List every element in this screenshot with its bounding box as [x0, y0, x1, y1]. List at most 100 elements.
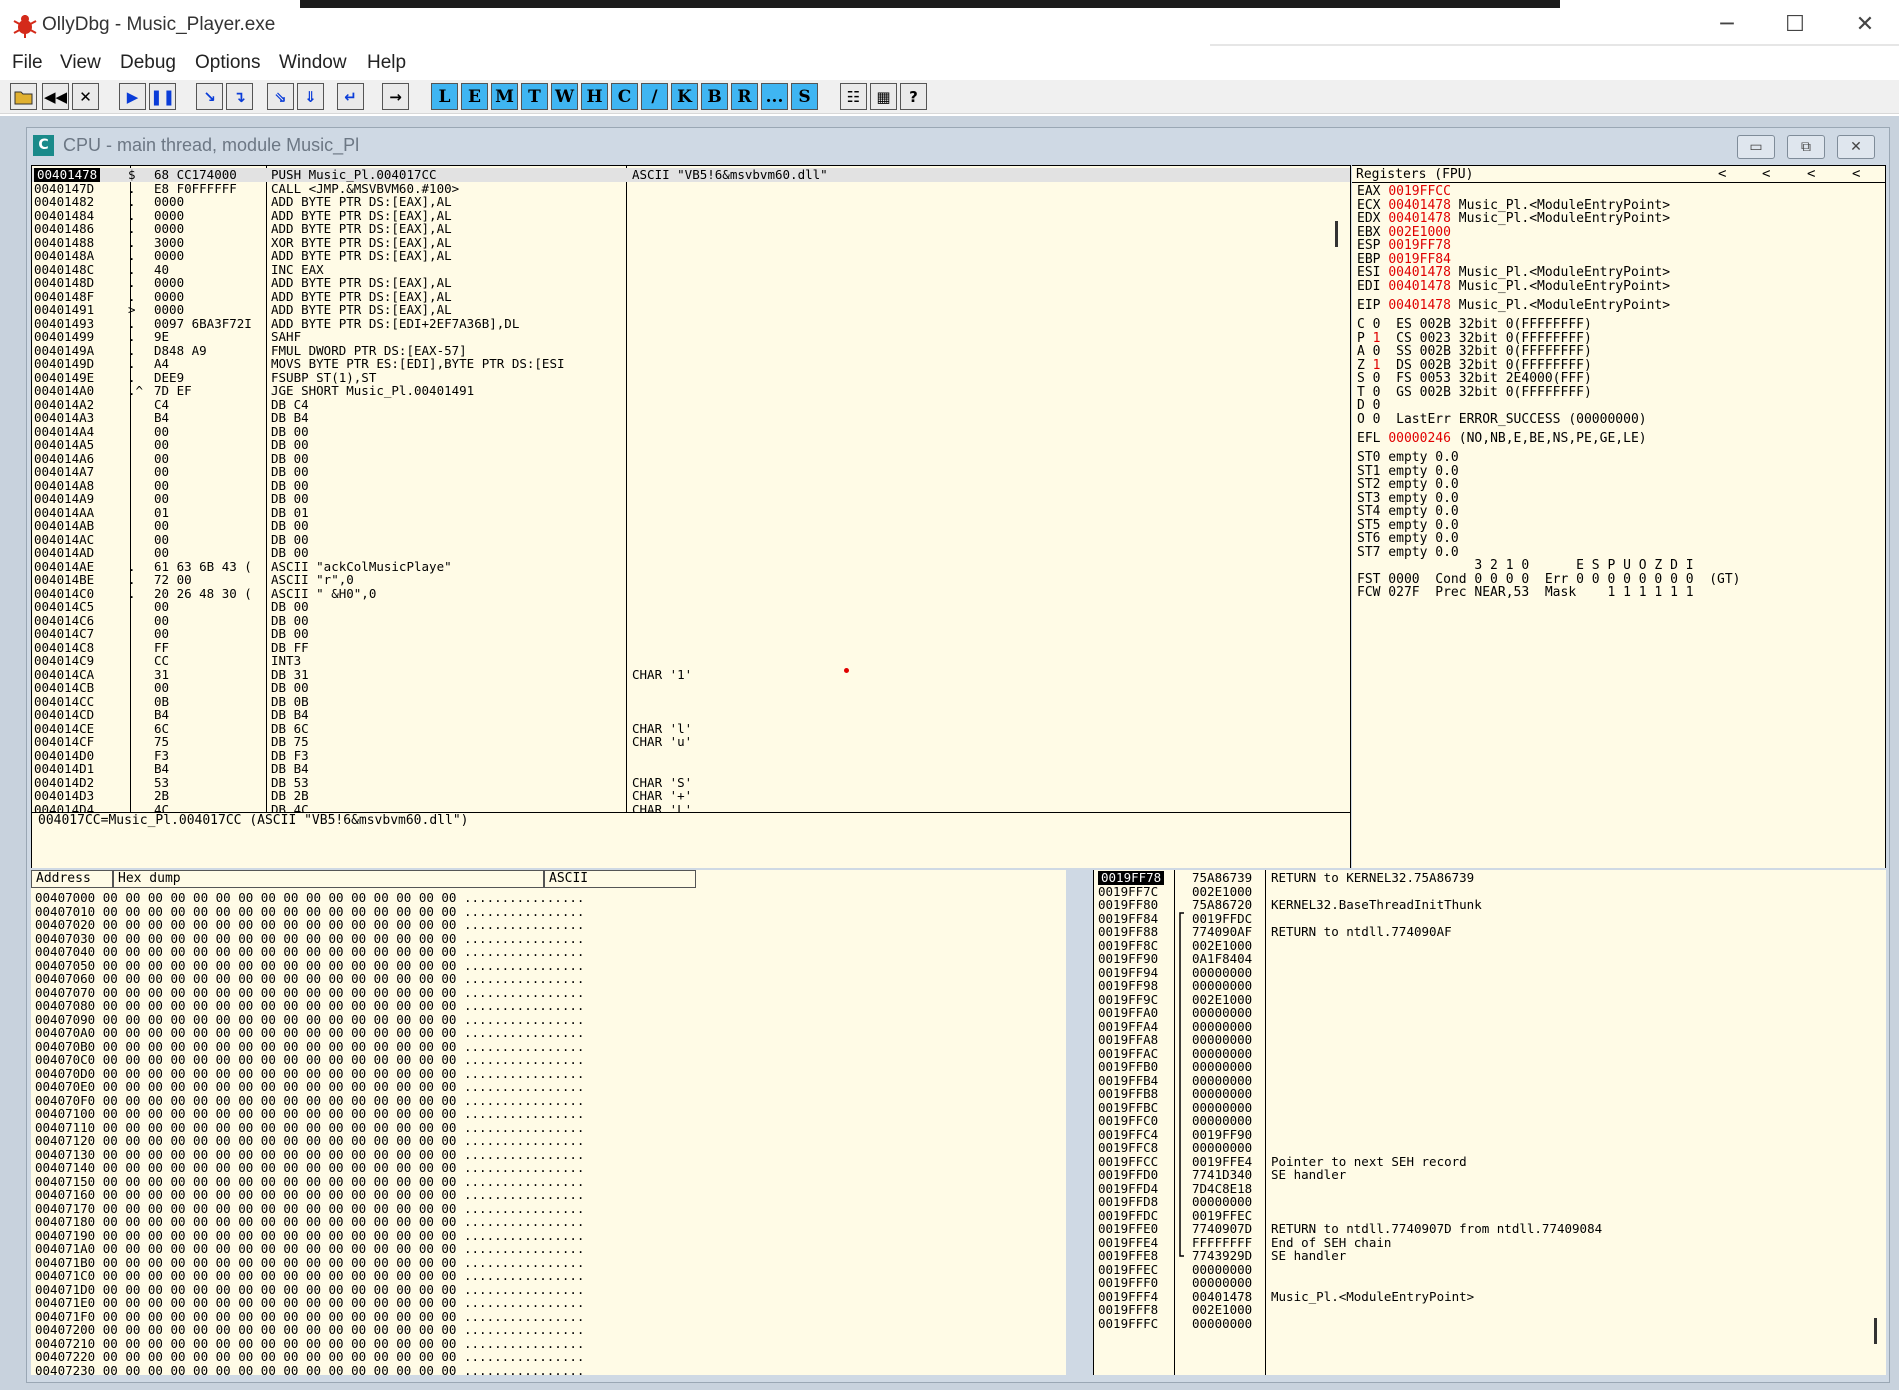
grid-icon[interactable]: ▦: [870, 83, 897, 110]
dump-row[interactable]: 00407110 00 00 00 00 00 00 00 00 00 00 0…: [35, 1120, 584, 1135]
disasm-row[interactable]: 004014CA 31 DB 31 CHAR '1': [32, 667, 1350, 682]
stack-row[interactable]: 0019FFA0 00000000: [1094, 1006, 1886, 1020]
disasm-row[interactable]: 004014A7 00 DB 00: [32, 465, 1350, 479]
disasm-row[interactable]: 004014AE. 61 63 6B 43 (ASCII "ackColMusic…: [32, 559, 1350, 574]
disasm-row[interactable]: 0040149A. D848 A9 FMUL DWORD PTR DS:[EAX-5…: [32, 343, 1350, 358]
dump-row[interactable]: 00407080 00 00 00 00 00 00 00 00 00 00 0…: [35, 999, 584, 1013]
disasm-row[interactable]: 004014D4 4C DB 4C CHAR 'L': [32, 802, 1350, 812]
disasm-row[interactable]: 004014C5 00 DB 00: [32, 600, 1350, 614]
disasm-row[interactable]: 004014AB 00 DB 00: [32, 519, 1350, 533]
prev-arrow-icon[interactable]: <: [1852, 166, 1860, 183]
pause-icon[interactable]: ❚❚: [149, 83, 176, 110]
dump-row[interactable]: 004071C0 00 00 00 00 00 00 00 00 00 00 0…: [35, 1269, 584, 1283]
stack-row[interactable]: 0019FF7C 002E1000: [1094, 884, 1886, 899]
disasm-row[interactable]: 004014C9 CC INT3: [32, 654, 1350, 668]
disasm-row[interactable]: 004014BE. 72 00 ASCII "r",0: [32, 573, 1350, 587]
patches-window-button[interactable]: /: [641, 83, 668, 110]
disasm-row[interactable]: 004014D0 F3 DB F3: [32, 748, 1350, 763]
menu-view[interactable]: View: [60, 52, 101, 74]
cpu-window-button[interactable]: C: [611, 83, 638, 110]
log-window-button[interactable]: L: [431, 83, 458, 110]
dump-header-ascii[interactable]: ASCII: [544, 870, 696, 888]
register-value[interactable]: 00401478: [1388, 279, 1451, 294]
stack-row[interactable]: 0019FFF4 00401478 Music_Pl.<ModuleEntryPoi…: [1094, 1289, 1886, 1304]
stack-row[interactable]: 0019FF98 00000000: [1094, 979, 1886, 993]
dump-row[interactable]: 004071E0 00 00 00 00 00 00 00 00 00 00 0…: [35, 1296, 584, 1310]
dump-row[interactable]: 00407120 00 00 00 00 00 00 00 00 00 00 0…: [35, 1134, 584, 1148]
restart-icon[interactable]: ◀◀: [42, 83, 69, 110]
disasm-row[interactable]: 004014A4 00 DB 00: [32, 424, 1350, 439]
disasm-row[interactable]: 004014A5 00 DB 00: [32, 438, 1350, 452]
trace-into-icon[interactable]: ⇘: [267, 83, 294, 110]
dump-row[interactable]: 004071F0 00 00 00 00 00 00 00 00 00 00 0…: [35, 1309, 584, 1324]
stack-row[interactable]: 0019FF90 0A1F8404: [1094, 952, 1886, 966]
dump-row[interactable]: 00407100 00 00 00 00 00 00 00 00 00 00 0…: [35, 1107, 584, 1121]
dump-row[interactable]: 004070E0 00 00 00 00 00 00 00 00 00 00 0…: [35, 1080, 584, 1094]
dump-row[interactable]: 00407170 00 00 00 00 00 00 00 00 00 00 0…: [35, 1201, 584, 1216]
dump-header-address[interactable]: Address: [31, 870, 113, 888]
stack-row[interactable]: 0019FFE4 FFFFFFFF End of SEH chain: [1094, 1235, 1886, 1250]
stack-row[interactable]: 0019FFD0 7741D340 SE handler: [1094, 1168, 1886, 1182]
stack-pane[interactable]: 0019FF78 75A86739 RETURN to KERNEL32.75A86…: [1093, 870, 1886, 1375]
stack-row[interactable]: 0019FFE0 7740907D RETURN to ntdll.7740907D…: [1094, 1222, 1886, 1236]
windows-window-button[interactable]: W: [551, 83, 578, 110]
close-program-icon[interactable]: ✕: [72, 83, 99, 110]
disasm-row[interactable]: 004014C7 00 DB 00: [32, 627, 1350, 641]
run-trace-window-button[interactable]: ...: [761, 83, 788, 110]
disasm-row[interactable]: 00401488. 3000 XOR BYTE PTR DS:[EAX],AL: [32, 235, 1350, 250]
disasm-row[interactable]: 004014D2 53 DB 53 CHAR 'S': [32, 775, 1350, 790]
disasm-row[interactable]: 0040149E. DEE9 FSUBP ST(1),ST: [32, 370, 1350, 385]
cpu-minimize-button[interactable]: ▭: [1737, 135, 1775, 159]
dump-row[interactable]: 00407230 00 00 00 00 00 00 00 00 00 00 0…: [35, 1363, 584, 1375]
dump-row[interactable]: 004071A0 00 00 00 00 00 00 00 00 00 00 0…: [35, 1242, 584, 1256]
disassembly-pane[interactable]: 00401478 $68 CC174000 PUSH Music_Pl.004017…: [31, 165, 1351, 813]
stack-row[interactable]: 0019FF9C 002E1000: [1094, 992, 1886, 1007]
stack-row[interactable]: 0019FFA8 00000000: [1094, 1033, 1886, 1047]
stack-row[interactable]: 0019FF80 75A86720 KERNEL32.BaseThreadInitT…: [1094, 898, 1886, 912]
dump-row[interactable]: 00407220 00 00 00 00 00 00 00 00 00 00 0…: [35, 1350, 584, 1364]
disasm-row[interactable]: 004014CC 0B DB 0B: [32, 694, 1350, 709]
dump-row[interactable]: 00407010 00 00 00 00 00 00 00 00 00 00 0…: [35, 904, 584, 919]
dump-row[interactable]: 00407130 00 00 00 00 00 00 00 00 00 00 0…: [35, 1147, 584, 1162]
register-value[interactable]: 00401478: [1388, 298, 1451, 313]
stack-row[interactable]: 0019FF94 00000000: [1094, 965, 1886, 980]
disasm-row[interactable]: 004014C6 00 DB 00: [32, 613, 1350, 628]
disasm-row[interactable]: 004014AD 00 DB 00: [32, 546, 1350, 560]
dump-row[interactable]: 004070A0 00 00 00 00 00 00 00 00 00 00 0…: [35, 1026, 584, 1040]
disasm-row[interactable]: 004014A6 00 DB 00: [32, 451, 1350, 466]
stack-row[interactable]: 0019FFB0 00000000: [1094, 1060, 1886, 1074]
dump-row[interactable]: 00407060 00 00 00 00 00 00 00 00 00 00 0…: [35, 972, 584, 986]
threads-window-button[interactable]: T: [521, 83, 548, 110]
disasm-row[interactable]: 0040147D. E8 F0FFFFFF CALL <JMP.&MSVBVM60.…: [32, 181, 1350, 196]
stack-row[interactable]: 0019FFCC 0019FFE4 Pointer to next SEH reco…: [1094, 1154, 1886, 1169]
prev-arrow-icon[interactable]: <: [1762, 166, 1770, 183]
prev-arrow-icon[interactable]: <: [1807, 166, 1815, 183]
stack-row[interactable]: 0019FFF8 002E1000: [1094, 1303, 1886, 1317]
disasm-row[interactable]: 00401478 $68 CC174000 PUSH Music_Pl.004017…: [32, 168, 1350, 182]
registers-pane[interactable]: Registers (FPU) < < < < EAX 0019FFCC ECX…: [1352, 165, 1886, 868]
menu-debug[interactable]: Debug: [120, 52, 176, 74]
go-to-icon[interactable]: →: [382, 83, 409, 110]
disasm-row[interactable]: 004014D1 B4 DB B4: [32, 762, 1350, 776]
dump-row[interactable]: 00407200 00 00 00 00 00 00 00 00 00 00 0…: [35, 1323, 584, 1337]
stack-row[interactable]: 0019FFC4 0019FF90: [1094, 1127, 1886, 1142]
disasm-row[interactable]: 004014C8 FF DB FF: [32, 640, 1350, 655]
disasm-row[interactable]: 004014A9 00 DB 00: [32, 492, 1350, 506]
dump-row[interactable]: 00407050 00 00 00 00 00 00 00 00 00 00 0…: [35, 958, 584, 973]
dump-row[interactable]: 00407070 00 00 00 00 00 00 00 00 00 00 0…: [35, 985, 584, 1000]
dump-row[interactable]: 004070C0 00 00 00 00 00 00 00 00 00 00 0…: [35, 1053, 584, 1067]
step-over-icon[interactable]: ↴: [226, 83, 253, 110]
cpu-restore-button[interactable]: ⧉: [1787, 135, 1825, 159]
handles-window-button[interactable]: H: [581, 83, 608, 110]
dump-row[interactable]: 00407150 00 00 00 00 00 00 00 00 00 00 0…: [35, 1174, 584, 1189]
stack-row[interactable]: 0019FF88 774090AF RETURN to ntdll.774090AF: [1094, 925, 1886, 939]
trace-over-icon[interactable]: ⇓: [297, 83, 324, 110]
disasm-row[interactable]: 00401486. 0000 ADD BYTE PTR DS:[EAX],AL: [32, 222, 1350, 236]
disasm-row[interactable]: 0040148F. 0000 ADD BYTE PTR DS:[EAX],AL: [32, 289, 1350, 304]
modules-window-button[interactable]: E: [461, 83, 488, 110]
disasm-row[interactable]: 0040148A. 0000 ADD BYTE PTR DS:[EAX],AL: [32, 249, 1350, 263]
call-stack-window-button[interactable]: K: [671, 83, 698, 110]
menu-file[interactable]: File: [12, 52, 43, 74]
stack-row[interactable]: 0019FFBC 00000000: [1094, 1100, 1886, 1115]
list-icon[interactable]: ☷: [840, 83, 867, 110]
